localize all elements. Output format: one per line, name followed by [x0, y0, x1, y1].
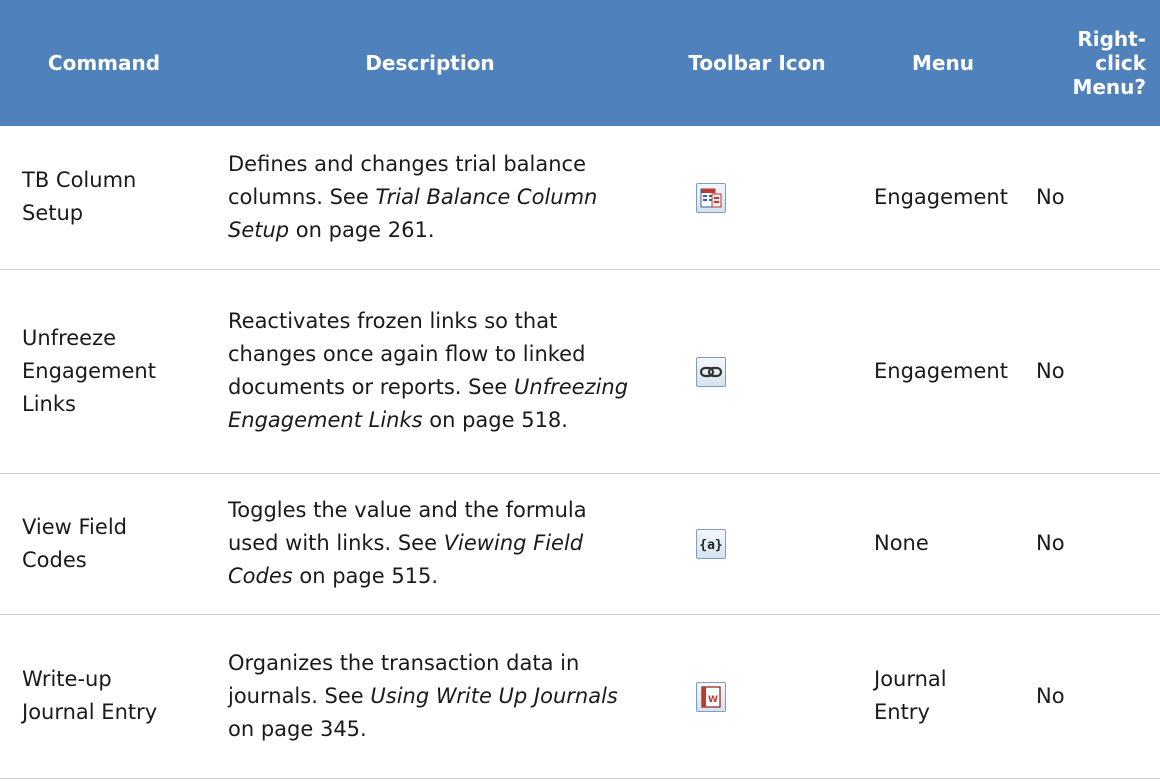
table-row: Write-up Journal Entry Organizes the tra… — [0, 614, 1160, 778]
menu-cell: None — [874, 531, 929, 555]
header-menu: Menu — [912, 51, 974, 75]
command-text: Unfreeze — [22, 325, 117, 350]
command-cell: View Field Codes — [0, 473, 208, 614]
toolbar-icon-cell — [652, 269, 862, 473]
command-text: Engagement — [22, 358, 156, 383]
command-cell: TB Column Setup — [0, 126, 208, 269]
toolbar-icon-cell — [652, 126, 862, 269]
description-cell: Organizes the transaction data in journa… — [208, 614, 652, 778]
chain-link-icon — [696, 356, 726, 387]
header-toolbar-icon: Toolbar Icon — [688, 51, 826, 75]
description-cell: Defines and changes trial balance column… — [208, 126, 652, 269]
header-right-click-line3: Menu? — [1072, 75, 1146, 99]
command-text: Links — [22, 391, 76, 416]
menu-text: Entry — [874, 700, 930, 724]
command-text: View Field — [22, 514, 127, 539]
menu-cell: Engagement — [874, 184, 1008, 209]
header-command: Command — [47, 51, 161, 75]
commands-table: Command Description Toolbar Icon Menu Ri… — [0, 0, 1160, 779]
right-click-cell: No — [1036, 184, 1065, 209]
table-row: View Field Codes Toggles the value and t… — [0, 473, 1160, 614]
header-right-click-menu: Right- click Menu? — [1024, 0, 1160, 126]
command-cell: Write-up Journal Entry — [0, 614, 208, 778]
command-text: Write-up — [22, 667, 112, 691]
right-click-cell: No — [1036, 683, 1065, 708]
command-text: Codes — [22, 547, 87, 572]
field-codes-icon-text: {a} — [699, 538, 722, 553]
header-right-click-line1: Right- — [1077, 27, 1146, 51]
header-right-click-line2: click — [1095, 51, 1146, 75]
header-description: Description — [365, 51, 495, 75]
command-text: Journal Entry — [22, 700, 158, 724]
description-text: on page 515. — [292, 564, 439, 588]
menu-cell: Engagement — [874, 358, 1008, 383]
toolbar-icon-cell: {a} — [652, 473, 862, 614]
description-text: on page 261. — [289, 217, 435, 242]
right-click-cell: No — [1036, 531, 1065, 555]
table-row: TB Column Setup Defines and changes tria… — [0, 126, 1160, 269]
description-text: on page 518. — [422, 408, 568, 432]
table-row: Unfreeze Engagement Links Reactivates fr… — [0, 269, 1160, 473]
description-cell: Toggles the value and the formula used w… — [208, 473, 652, 614]
description-cell: Reactivates frozen links so that changes… — [208, 269, 652, 473]
write-up-journal-icon-text: W — [708, 695, 718, 705]
command-cell: Unfreeze Engagement Links — [0, 269, 208, 473]
command-text: Setup — [22, 201, 84, 226]
write-up-journal-icon: W — [696, 681, 726, 712]
header-row: Command Description Toolbar Icon Menu Ri… — [0, 0, 1160, 126]
right-click-cell: No — [1036, 358, 1065, 383]
toolbar-icon-cell: W — [652, 614, 862, 778]
tb-column-setup-icon — [696, 182, 726, 213]
description-text: on page 345. — [228, 716, 367, 741]
menu-text: Journal — [874, 667, 947, 691]
cross-reference-link[interactable]: Using Write Up Journals — [370, 684, 617, 708]
command-text: TB Column — [22, 168, 137, 193]
menu-cell: Journal Entry — [862, 614, 1024, 778]
field-codes-icon: {a} — [696, 529, 726, 559]
